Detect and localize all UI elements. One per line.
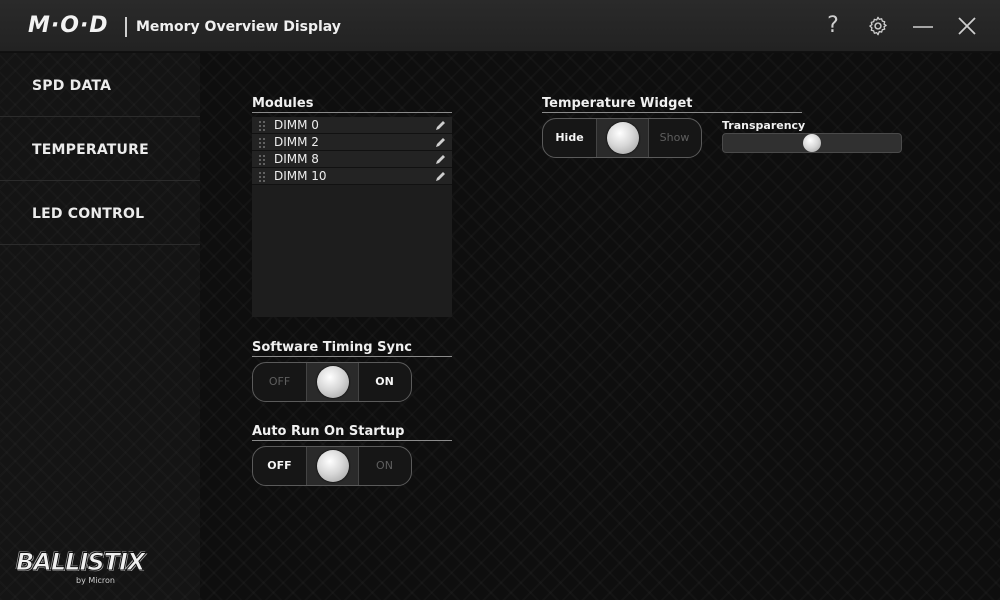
toggle-knob[interactable] bbox=[317, 366, 349, 398]
drag-handle-icon[interactable] bbox=[258, 154, 266, 165]
list-item[interactable]: DIMM 10 bbox=[252, 168, 452, 185]
temperature-widget-divider bbox=[542, 112, 802, 113]
sidebar-item-temperature[interactable]: TEMPERATURE bbox=[0, 117, 200, 181]
drag-handle-icon[interactable] bbox=[258, 120, 266, 131]
minimize-icon bbox=[913, 26, 933, 28]
software-timing-sync-label: Software Timing Sync bbox=[252, 340, 412, 355]
app-title: Memory Overview Display bbox=[136, 19, 341, 35]
pencil-icon[interactable] bbox=[434, 169, 448, 183]
sidebar: SPD DATA TEMPERATURE LED CONTROL bbox=[0, 53, 200, 600]
module-name: DIMM 8 bbox=[274, 152, 319, 166]
transparency-label: Transparency bbox=[722, 119, 806, 132]
toggle-knob[interactable] bbox=[607, 122, 639, 154]
brand-logo: BALLISTIX by Micron bbox=[15, 548, 145, 586]
brand-name: BALLISTIX bbox=[15, 548, 145, 577]
help-button[interactable]: ? bbox=[819, 12, 847, 40]
software-timing-sync-toggle[interactable]: OFF ON bbox=[252, 362, 412, 402]
list-item[interactable]: DIMM 0 bbox=[252, 117, 452, 134]
toggle-knob-slot bbox=[306, 363, 359, 401]
auto-run-label: Auto Run On Startup bbox=[252, 424, 405, 439]
sync-divider bbox=[252, 356, 452, 357]
sidebar-item-label: SPD DATA bbox=[32, 78, 112, 94]
pencil-icon[interactable] bbox=[434, 135, 448, 149]
toggle-knob-slot bbox=[596, 119, 649, 157]
sidebar-item-label: TEMPERATURE bbox=[32, 142, 149, 158]
temperature-widget-toggle[interactable]: Hide Show bbox=[542, 118, 702, 158]
auto-run-toggle[interactable]: OFF ON bbox=[252, 446, 412, 486]
module-name: DIMM 10 bbox=[274, 169, 327, 183]
gear-icon bbox=[869, 16, 887, 36]
toggle-on-option[interactable]: ON bbox=[358, 363, 411, 401]
brand-subtitle: by Micron bbox=[76, 576, 115, 585]
toggle-on-option[interactable]: ON bbox=[358, 447, 411, 485]
settings-button[interactable] bbox=[864, 12, 892, 40]
sidebar-item-label: LED CONTROL bbox=[32, 206, 145, 222]
toggle-knob[interactable] bbox=[317, 450, 349, 482]
app-logo: M·O·D bbox=[28, 13, 109, 38]
drag-handle-icon[interactable] bbox=[258, 171, 266, 182]
slider-thumb[interactable] bbox=[803, 134, 821, 152]
toggle-off-option[interactable]: OFF bbox=[253, 363, 306, 401]
module-name: DIMM 2 bbox=[274, 135, 319, 149]
modules-label: Modules bbox=[252, 96, 314, 111]
close-icon bbox=[958, 17, 976, 35]
temperature-widget-label: Temperature Widget bbox=[542, 96, 693, 111]
pencil-icon[interactable] bbox=[434, 118, 448, 132]
sidebar-item-spd-data[interactable]: SPD DATA bbox=[0, 53, 200, 117]
close-button[interactable] bbox=[953, 12, 981, 40]
drag-handle-icon[interactable] bbox=[258, 137, 266, 148]
toggle-hide-option[interactable]: Hide bbox=[543, 119, 596, 157]
title-separator bbox=[125, 17, 127, 37]
minimize-button[interactable] bbox=[909, 12, 937, 40]
auto-run-divider bbox=[252, 440, 452, 441]
pencil-icon[interactable] bbox=[434, 152, 448, 166]
modules-divider bbox=[252, 112, 452, 113]
transparency-slider[interactable] bbox=[722, 133, 902, 153]
toggle-show-option[interactable]: Show bbox=[648, 119, 701, 157]
list-item[interactable]: DIMM 8 bbox=[252, 151, 452, 168]
toggle-off-option[interactable]: OFF bbox=[253, 447, 306, 485]
title-bar: M·O·D Memory Overview Display ? bbox=[0, 0, 1000, 52]
modules-list: DIMM 0 DIMM 2 DIMM 8 DIMM 10 bbox=[252, 117, 452, 317]
module-name: DIMM 0 bbox=[274, 118, 319, 132]
toggle-knob-slot bbox=[306, 447, 359, 485]
sidebar-item-led-control[interactable]: LED CONTROL bbox=[0, 181, 200, 245]
list-item[interactable]: DIMM 2 bbox=[252, 134, 452, 151]
